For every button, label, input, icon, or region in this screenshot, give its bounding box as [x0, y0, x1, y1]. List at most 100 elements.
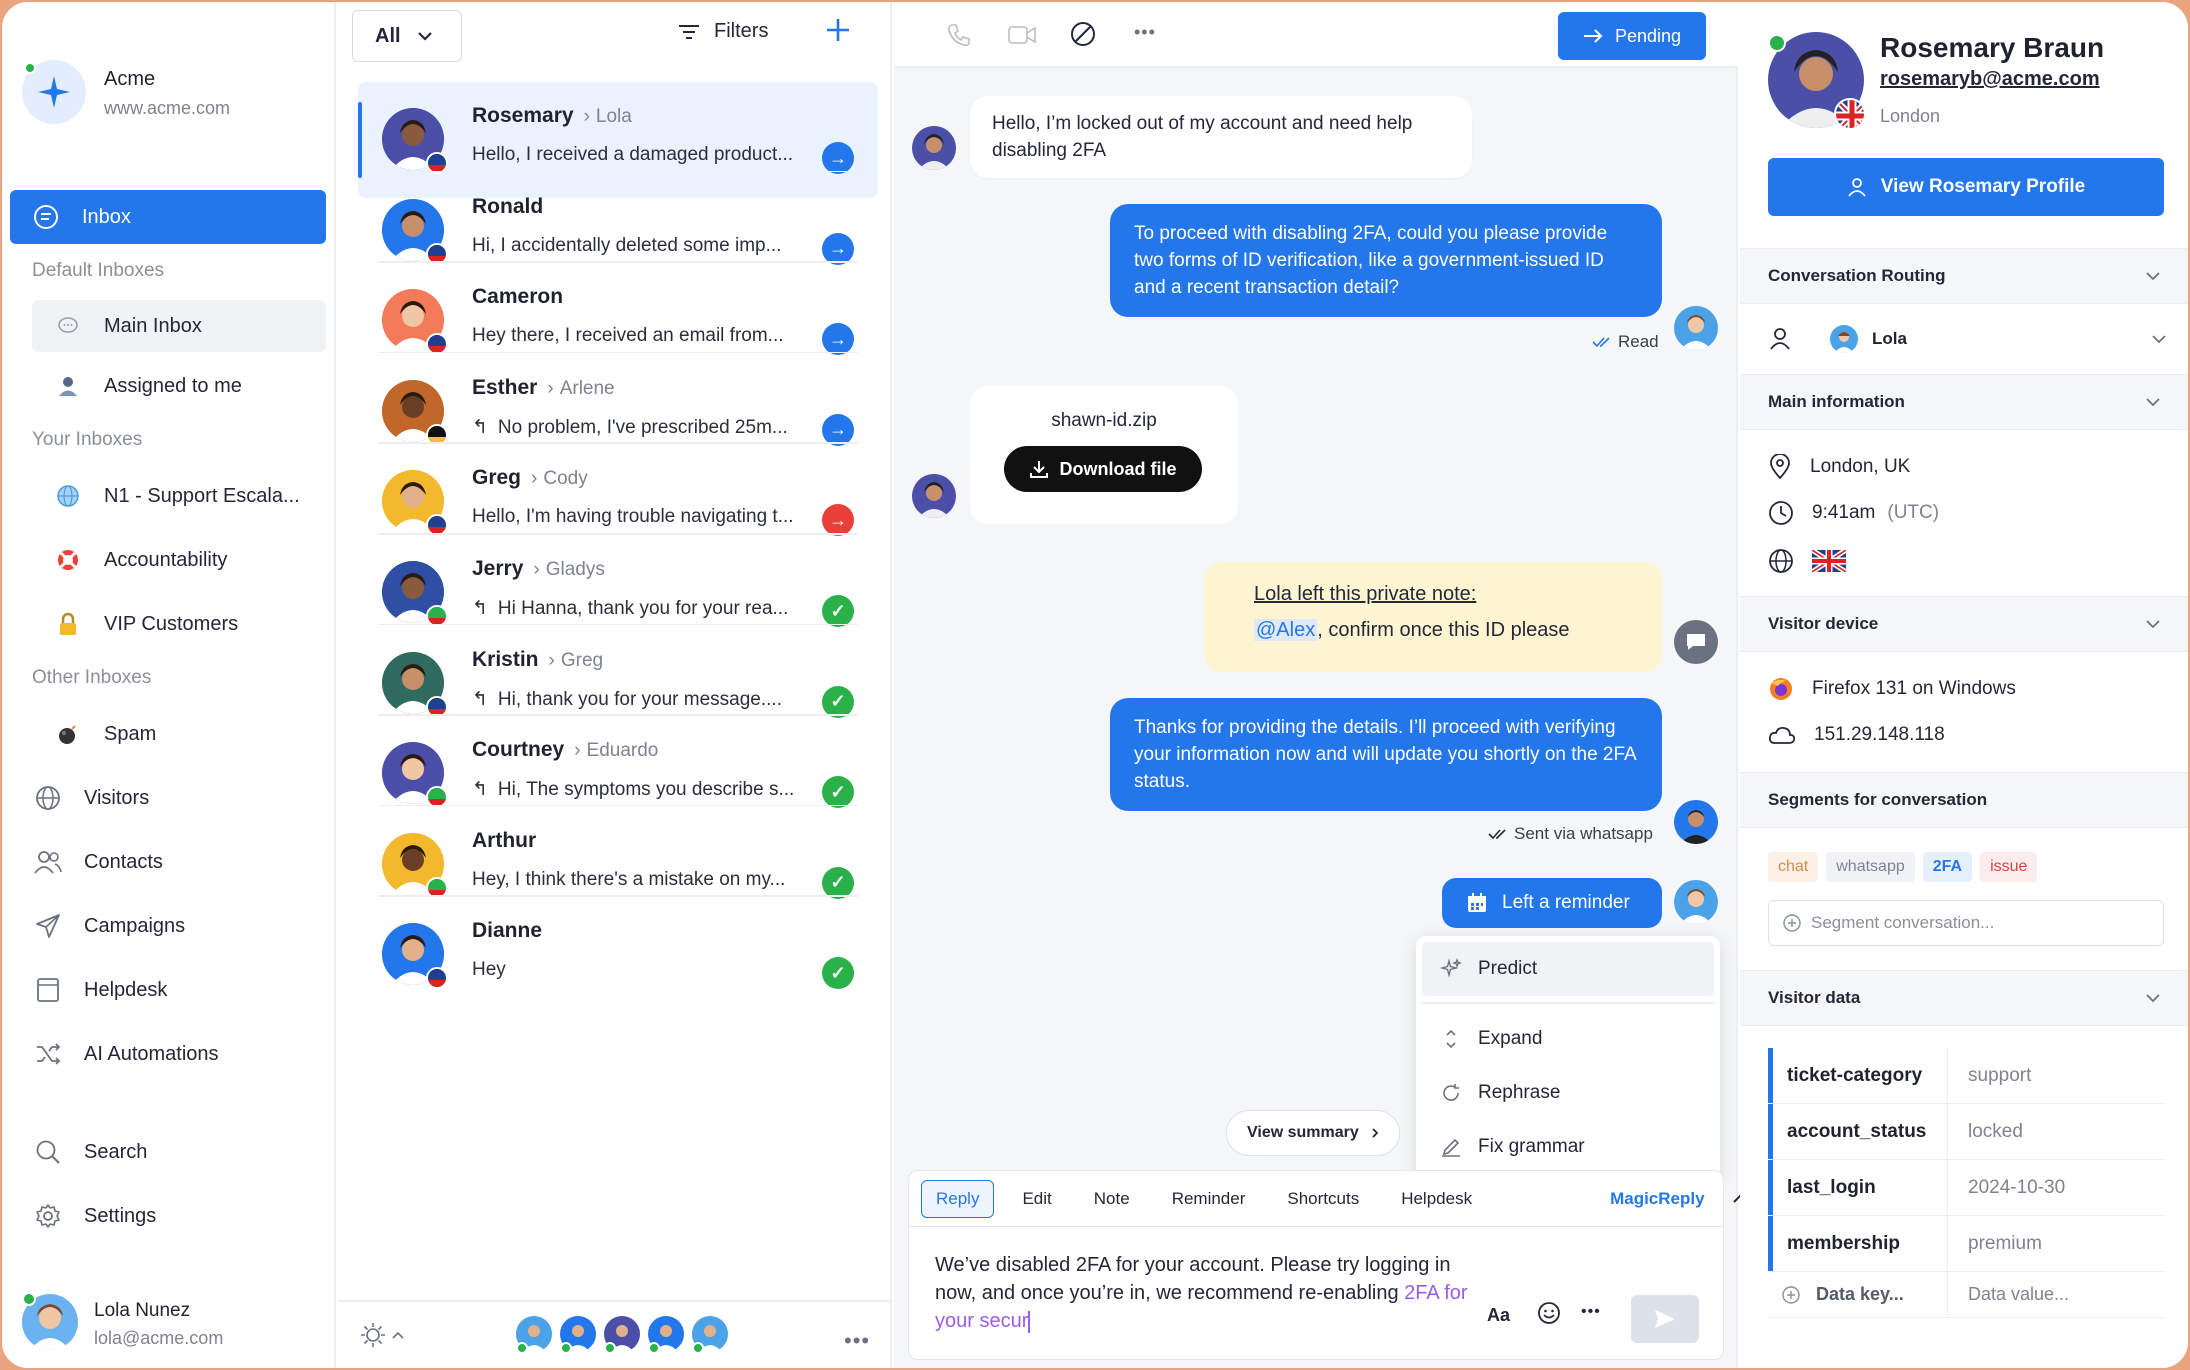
nav-settings[interactable]: Settings [32, 1190, 326, 1242]
visitor-data-row[interactable]: account_status locked [1768, 1104, 2164, 1160]
nav-inbox-n1-support[interactable]: N1 - Support Escala... [32, 470, 326, 522]
segment-input[interactable]: Segment conversation... [1768, 900, 2164, 946]
data-value-input[interactable]: Data value... [1948, 1284, 2069, 1305]
nav-campaigns[interactable]: Campaigns [32, 900, 326, 952]
block-icon[interactable] [1070, 21, 1096, 47]
pending-button[interactable]: Pending [1558, 12, 1706, 60]
incoming-message: Hello, I’m locked out of my account and … [970, 96, 1472, 178]
book-icon [32, 977, 64, 1003]
note-mention[interactable]: @Alex [1254, 619, 1318, 641]
more-dots-icon[interactable]: ••• [1581, 1303, 1601, 1321]
location-value: London, UK [1810, 456, 1911, 477]
section-title: Main information [1768, 392, 1905, 411]
menu-fix-grammar[interactable]: Fix grammar [1422, 1120, 1714, 1174]
segment-tag[interactable]: 2FA [1922, 852, 1973, 882]
nav-search[interactable]: Search [32, 1126, 326, 1178]
tab-magic-reply[interactable]: MagicReply [1596, 1181, 1718, 1217]
agent-avatar[interactable] [646, 1314, 686, 1354]
online-agents[interactable] [514, 1314, 730, 1354]
selected-indicator [358, 102, 362, 178]
section-visitor-data[interactable]: Visitor data [1740, 970, 2188, 1026]
visitor-data-row[interactable]: ticket-category support [1768, 1048, 2164, 1104]
add-data-row[interactable]: Data key... Data value... [1768, 1272, 2164, 1318]
arrow-right-icon [1583, 28, 1603, 44]
section-segments[interactable]: Segments for conversation [1740, 772, 2188, 828]
conversation-preview: Hello, I received a damaged product... [472, 144, 812, 166]
tab-note[interactable]: Note [1080, 1181, 1144, 1217]
more-dots-icon[interactable]: ••• [844, 1328, 870, 1354]
read-receipt: Read [1592, 332, 1659, 352]
device-browser: Firefox 131 on Windows [1768, 676, 2016, 702]
globe-icon [52, 484, 84, 508]
section-title: Visitor data [1768, 988, 1861, 1007]
agent-avatar[interactable] [690, 1314, 730, 1354]
nav-helpdesk[interactable]: Helpdesk [32, 964, 326, 1016]
composer-input[interactable]: We’ve disabled 2FA for your account. Ple… [935, 1251, 1475, 1335]
menu-predict[interactable]: Predict [1422, 942, 1714, 996]
nav-visitors[interactable]: Visitors [32, 772, 326, 824]
view-summary-button[interactable]: View summary [1226, 1110, 1400, 1156]
view-profile-button[interactable]: View Rosemary Profile [1768, 158, 2164, 216]
send-button[interactable] [1631, 1295, 1699, 1343]
nav-assigned-to-me[interactable]: Assigned to me [32, 360, 326, 412]
tab-edit[interactable]: Edit [1008, 1181, 1065, 1217]
nav-contacts[interactable]: Contacts [32, 836, 326, 888]
nav-inbox[interactable]: Inbox [10, 190, 326, 244]
gear-icon [32, 1203, 64, 1229]
visitor-data-row[interactable]: membership premium [1768, 1216, 2164, 1272]
section-main-information[interactable]: Main information [1740, 374, 2188, 430]
menu-rephrase[interactable]: Rephrase [1422, 1066, 1714, 1120]
routing-agent-select[interactable]: Lola [1830, 320, 2166, 358]
assigned-agent: Lola [595, 106, 632, 127]
reply-arrow-icon: ↰ [472, 598, 488, 619]
nav-inbox-accountability[interactable]: Accountability [32, 534, 326, 586]
tab-helpdesk[interactable]: Helpdesk [1387, 1181, 1486, 1217]
nav-visitors-label: Visitors [84, 786, 150, 809]
font-format-button[interactable]: Aa [1487, 1305, 1510, 1326]
refresh-icon [1440, 1082, 1462, 1104]
nav-inbox-vip[interactable]: VIP Customers [32, 598, 326, 650]
plus-circle-icon [1783, 914, 1801, 932]
chevron-down-icon [417, 31, 433, 41]
phone-icon[interactable] [946, 22, 972, 48]
inbox-filter-dropdown[interactable]: All [352, 10, 462, 62]
section-visitor-device[interactable]: Visitor device [1740, 596, 2188, 652]
segment-tag[interactable]: chat [1768, 852, 1819, 882]
status-toggle[interactable] [360, 1322, 404, 1348]
nav-main-inbox-label: Main Inbox [104, 314, 202, 337]
segment-tag[interactable]: whatsapp [1826, 852, 1915, 882]
status-check-green-icon: ✓ [822, 957, 854, 990]
conversation-name-row: Ronald [472, 195, 543, 219]
new-conversation-plus-icon[interactable] [824, 16, 852, 44]
nav-ai-automations[interactable]: AI Automations [32, 1028, 326, 1080]
download-icon [1029, 460, 1048, 478]
agent-avatar[interactable] [558, 1314, 598, 1354]
nav-main-inbox[interactable]: Main Inbox [32, 300, 326, 352]
device-ip: 151.29.148.118 [1768, 724, 1945, 746]
profile-email[interactable]: rosemaryb@acme.com [1880, 68, 2100, 91]
video-icon[interactable] [1008, 24, 1036, 46]
reminder-pill[interactable]: Left a reminder [1442, 878, 1662, 928]
list-divider [378, 895, 858, 897]
segment-tag[interactable]: issue [1980, 852, 2038, 882]
lifebuoy-icon [52, 548, 84, 572]
agent-avatar[interactable] [602, 1314, 642, 1354]
filters-button[interactable]: Filters [678, 20, 768, 43]
more-dots-icon[interactable]: ••• [1134, 22, 1156, 43]
tab-reminder[interactable]: Reminder [1158, 1181, 1260, 1217]
data-value: 2024-10-30 [1968, 1176, 2066, 1198]
tab-shortcuts[interactable]: Shortcuts [1273, 1181, 1373, 1217]
conversation-name-row: Cameron [472, 285, 563, 309]
nav-spam[interactable]: Spam [32, 708, 326, 760]
tab-reply[interactable]: Reply [921, 1179, 995, 1218]
menu-expand[interactable]: Expand [1422, 1012, 1714, 1066]
status-arrow-red-icon: → [822, 504, 854, 537]
visitor-data-row[interactable]: last_login 2024-10-30 [1768, 1160, 2164, 1216]
download-file-button[interactable]: Download file [1004, 446, 1202, 492]
conversation-item[interactable]: Dianne Hey ✓ [358, 897, 878, 1013]
agent-avatar[interactable] [514, 1314, 554, 1354]
data-key-input[interactable]: Data key... [1768, 1272, 1948, 1317]
emoji-icon[interactable] [1537, 1301, 1561, 1325]
conversation-list: All Filters Rosemary › Lola Hello, I receiv… [338, 2, 892, 1368]
section-conversation-routing[interactable]: Conversation Routing [1740, 248, 2188, 304]
